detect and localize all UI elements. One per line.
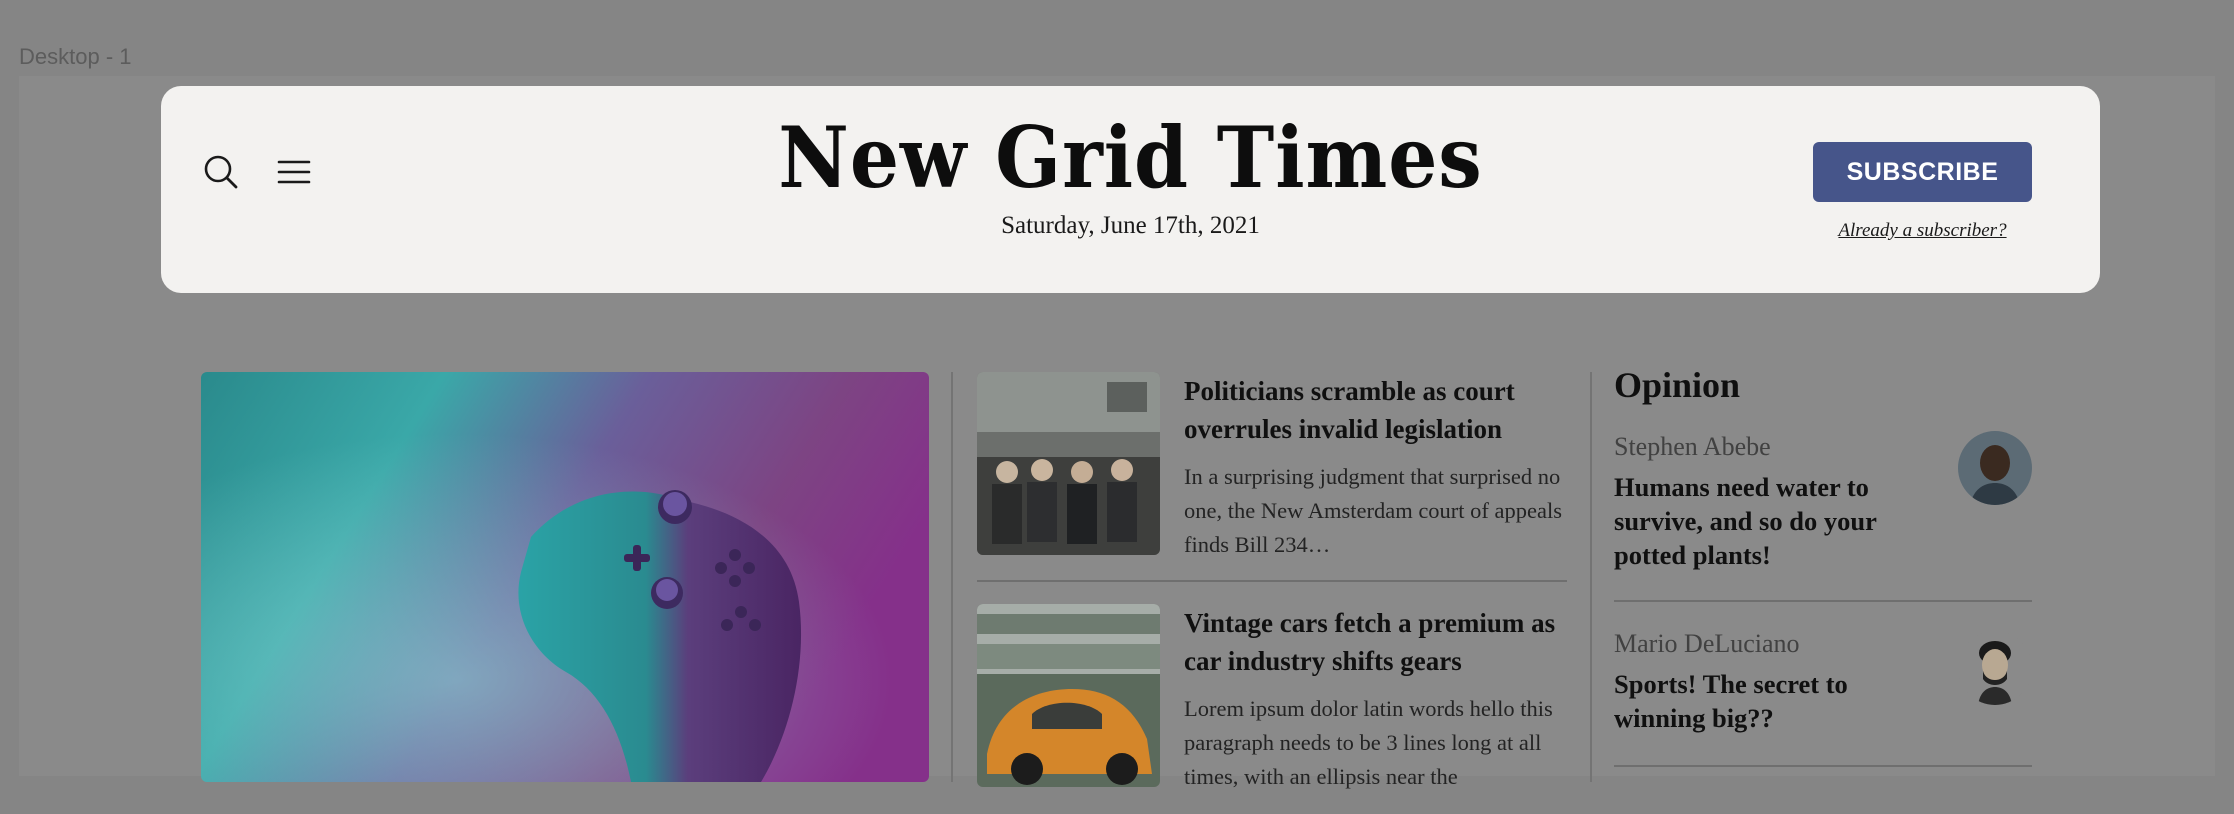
site-header: New Grid Times Saturday, June 17th, 2021… [161,86,2100,293]
already-subscriber-link[interactable]: Already a subscriber? [1813,220,2032,242]
story-text: Politicians scramble as court overrules … [1184,372,1574,562]
subscribe-button[interactable]: SUBSCRIBE [1813,142,2032,202]
opinion-divider [1614,765,2032,767]
story-card[interactable]: Politicians scramble as court overrules … [977,372,1567,582]
story-title[interactable]: Politicians scramble as court overrules … [1184,372,1574,448]
column-divider-left [951,372,953,782]
story-text: Vintage cars fetch a premium as car indu… [1184,604,1574,794]
story-thumbnail[interactable] [977,372,1160,555]
story-title[interactable]: Vintage cars fetch a premium as car indu… [1184,604,1574,680]
story-card[interactable]: Vintage cars fetch a premium as car indu… [977,604,1567,814]
story-thumbnail[interactable] [977,604,1160,787]
story-summary: Lorem ipsum dolor latin words hello this… [1184,696,1553,789]
opinion-title[interactable]: Humans need water to survive, and so do … [1614,470,1944,572]
masthead-logo[interactable]: New Grid Times [239,116,2023,200]
column-divider-right [1590,372,1592,782]
story-divider [977,580,1567,582]
opinion-title[interactable]: Sports! The secret to winning big?? [1614,667,1944,735]
frame-label: Desktop - 1 [19,44,132,69]
opinion-divider [1614,600,2032,602]
opinion-heading: Opinion [1614,365,1741,405]
dateline: Saturday, June 17th, 2021 [1001,212,1260,239]
search-icon[interactable] [203,154,239,190]
story-summary: In a surprising judgment that surprised … [1184,464,1563,557]
author-avatar [1958,431,2032,505]
author-avatar [1958,631,2032,705]
hero-image[interactable] [201,372,929,782]
